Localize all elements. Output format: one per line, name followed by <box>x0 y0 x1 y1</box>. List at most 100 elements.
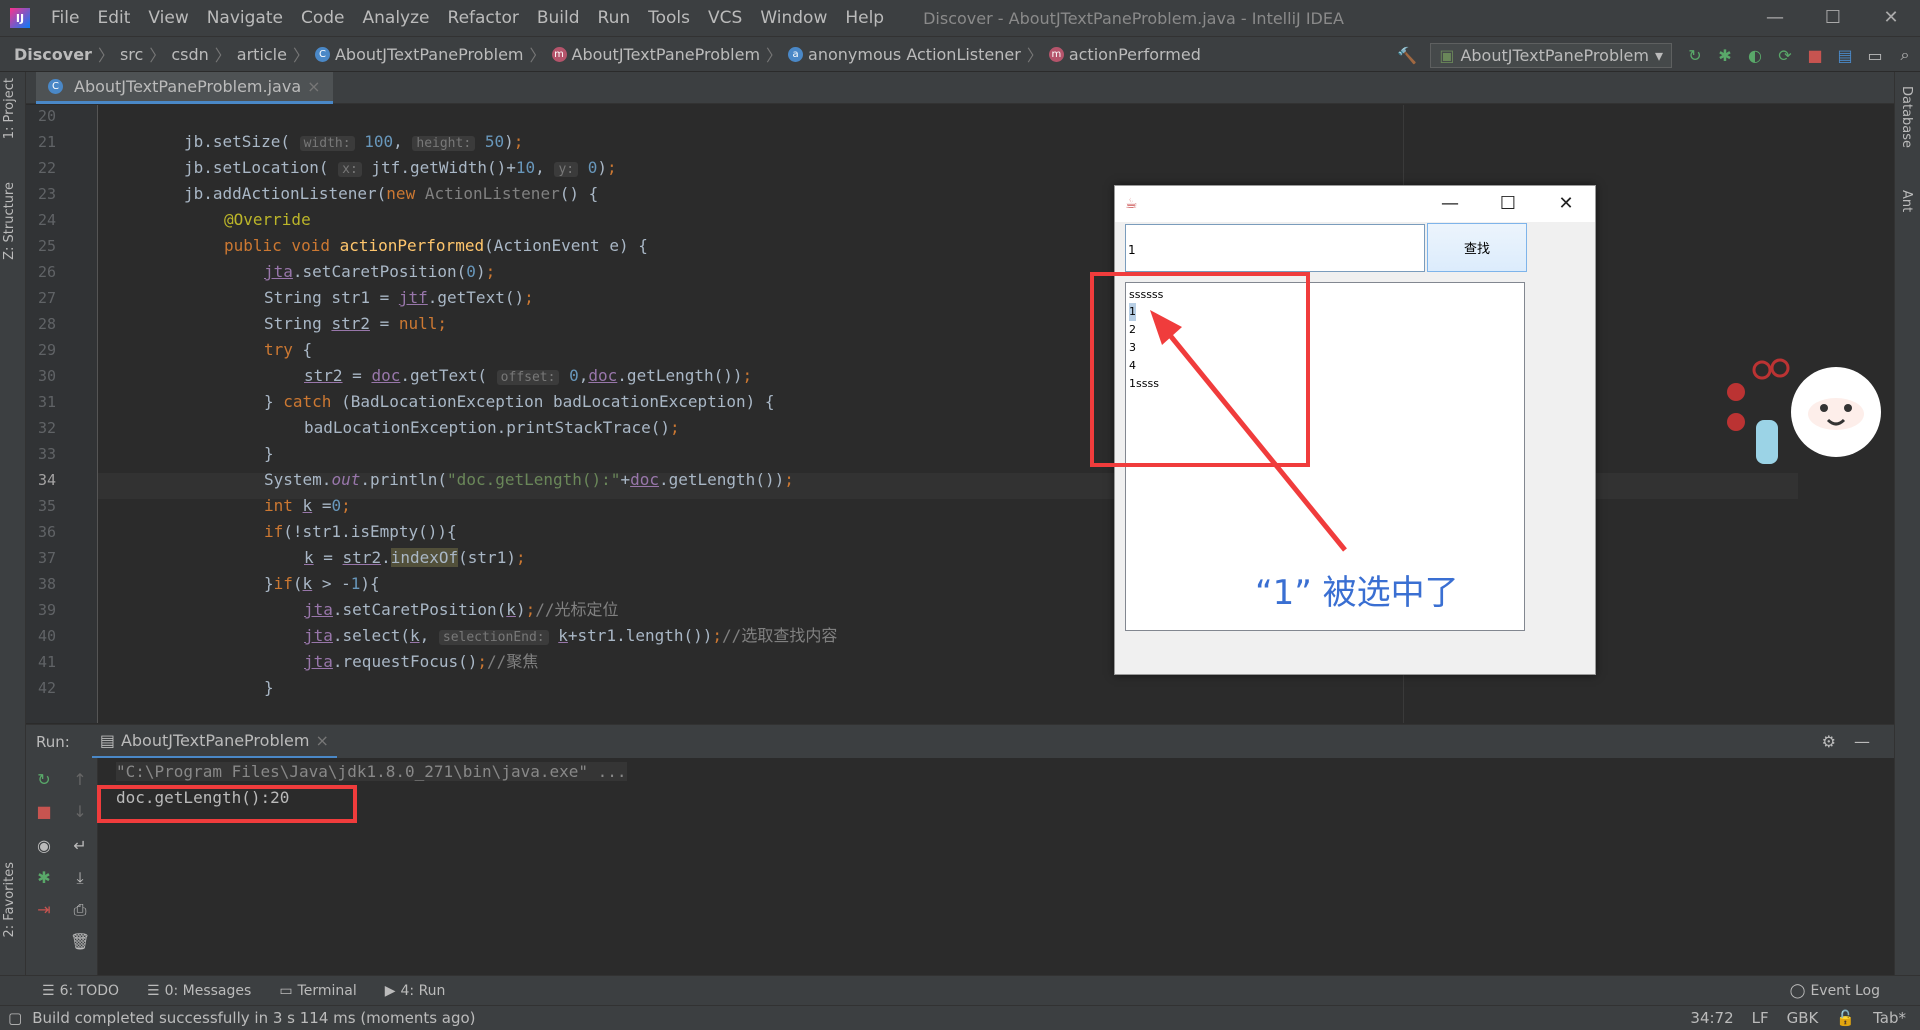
breadcrumb-item[interactable]: 〉 m actionPerformed <box>1021 42 1201 66</box>
run-tab[interactable]: ▤ AboutJTextPaneProblem × <box>91 725 337 759</box>
menu-item-build[interactable]: Build <box>528 8 589 28</box>
rerun-icon[interactable]: ↻ <box>1680 46 1710 65</box>
tool-tab[interactable]: ☰ 6: TODO <box>28 983 133 999</box>
code-line: badLocationException.printStackTrace(); <box>304 418 680 437</box>
hide-panel-icon[interactable]: — <box>1854 732 1870 751</box>
code-line: jb.setLocation( x: jtf.getWidth()+10, y:… <box>184 158 617 177</box>
tool-tab-label: 0: Messages <box>164 982 252 999</box>
breadcrumb-item[interactable]: 〉 m AboutJTextPaneProblem <box>524 42 761 66</box>
project-tab[interactable]: 1: Project <box>2 78 17 139</box>
tool-window-bar: ☰ 6: TODO ☰ 0: Messages ▭ Terminal ▶ 4: Run ◯ E… <box>0 975 1920 1005</box>
search-text-field[interactable]: 1 <box>1125 224 1425 272</box>
breadcrumb-label: AboutJTextPaneProblem <box>571 44 761 64</box>
favorites-tab[interactable]: 2: Favorites <box>2 862 17 938</box>
anonymous-class-icon: a <box>788 46 804 62</box>
arrow-up-icon[interactable]: ↑ <box>70 770 90 789</box>
menu-item-window[interactable]: Window <box>751 8 836 28</box>
tool-tab[interactable]: ▶ 4: Run <box>371 983 460 999</box>
search-icon[interactable]: ⌕ <box>1890 45 1920 65</box>
menu-item-navigate[interactable]: Navigate <box>198 8 292 28</box>
scroll-to-end-icon[interactable]: ⤓ <box>70 868 90 888</box>
menu-item-run[interactable]: Run <box>589 8 640 28</box>
settings-gear-icon[interactable]: ⚙ <box>1822 732 1836 751</box>
event-log-tab[interactable]: ◯ Event Log <box>1790 983 1880 999</box>
tool-tab[interactable]: ▭ Terminal <box>265 983 370 999</box>
run-configuration-select[interactable]: ▣ AboutJTextPaneProblem ▾ <box>1430 42 1672 68</box>
breadcrumb-label: csdn <box>171 44 209 64</box>
line-number: 33 <box>37 445 56 463</box>
editor-tab[interactable]: C AboutJTextPaneProblem.java × <box>36 72 333 104</box>
swing-minimize-button[interactable]: — <box>1421 186 1479 222</box>
file-encoding[interactable]: GBK <box>1787 1009 1819 1027</box>
soft-wrap-icon[interactable]: ↵ <box>70 836 90 855</box>
breadcrumb-item[interactable]: 〉 C AboutJTextPaneProblem <box>287 42 524 66</box>
menu-item-vcs[interactable]: VCS <box>699 8 751 28</box>
menu-item-help[interactable]: Help <box>836 8 893 28</box>
run-tab-close-icon[interactable]: × <box>315 731 328 750</box>
tool-tab-icon: ☰ <box>42 982 55 999</box>
breadcrumb-separator-icon: 〉 <box>766 46 783 65</box>
find-button[interactable]: 查找 <box>1427 223 1527 272</box>
breadcrumb-item[interactable]: Discover <box>14 45 92 64</box>
ant-tab[interactable]: Ant <box>1899 190 1914 212</box>
database-tab[interactable]: Database <box>1899 86 1914 148</box>
menu-item-edit[interactable]: Edit <box>88 8 139 28</box>
code-line: jb.addActionListener(new ActionListener(… <box>184 184 599 203</box>
caret-position[interactable]: 34:72 <box>1690 1009 1733 1027</box>
tab-close-icon[interactable]: × <box>307 77 320 96</box>
debug-icon[interactable]: ✱ <box>34 868 54 887</box>
breadcrumb-item[interactable]: 〉 csdn <box>143 42 208 66</box>
menu-item-refactor[interactable]: Refactor <box>439 8 528 28</box>
tool-tab[interactable]: ☰ 0: Messages <box>133 983 265 999</box>
maximize-button[interactable]: ☐ <box>1804 0 1862 36</box>
menu-item-file[interactable]: File <box>42 8 88 28</box>
code-line: } <box>264 444 274 463</box>
build-hammer-icon[interactable]: 🔨 <box>1392 46 1422 65</box>
lock-icon[interactable]: 🔓 <box>1836 1009 1855 1027</box>
code-line: try { <box>264 340 313 359</box>
menu-item-tools[interactable]: Tools <box>639 8 699 28</box>
line-separator[interactable]: LF <box>1752 1009 1769 1027</box>
output-highlight-box <box>97 785 357 823</box>
run-toolbar-primary: ↻ ■ ◉ ✱ ⇥ <box>26 758 62 975</box>
code-line: }if(k > -1){ <box>264 574 380 593</box>
stop-icon[interactable]: ■ <box>1800 46 1830 65</box>
breadcrumb-item[interactable]: 〉 src <box>92 42 143 66</box>
run-console[interactable]: "C:\Program Files\Java\jdk1.8.0_271\bin\… <box>98 758 1894 975</box>
swing-close-button[interactable]: ✕ <box>1537 186 1595 222</box>
menu-item-analyze[interactable]: Analyze <box>354 8 439 28</box>
line-number: 36 <box>37 523 56 541</box>
print-icon[interactable]: ⎙ <box>70 900 90 920</box>
debug-bug-icon[interactable]: ✱ <box>1710 46 1740 65</box>
editor-tab-label: AboutJTextPaneProblem.java <box>74 77 302 96</box>
line-number: 20 <box>37 107 56 125</box>
trash-icon[interactable]: 🗑 <box>70 932 90 951</box>
status-panel-icon[interactable]: ▢ <box>8 1009 22 1027</box>
console-icon: ▤ <box>99 730 115 750</box>
rerun-icon[interactable]: ↻ <box>34 770 54 789</box>
tool-tab-label: 4: Run <box>400 982 446 999</box>
indent-setting[interactable]: Tab* <box>1873 1009 1906 1027</box>
close-button[interactable]: ✕ <box>1862 0 1920 36</box>
event-log-label: Event Log <box>1810 982 1880 999</box>
menu-item-view[interactable]: View <box>139 8 197 28</box>
presentation-icon[interactable]: ▭ <box>1860 46 1890 65</box>
minimize-button[interactable]: — <box>1746 0 1804 36</box>
run-panel-header: Run: ▤ AboutJTextPaneProblem × ⚙ — <box>26 724 1894 759</box>
breadcrumb-item[interactable]: 〉 article <box>209 42 287 66</box>
code-editor[interactable]: jb.setSize( width: 100, height: 50); jb.… <box>98 105 1894 723</box>
profile-icon[interactable]: ⟳ <box>1770 46 1800 65</box>
breadcrumb-label: AboutJTextPaneProblem <box>334 44 524 64</box>
swing-maximize-button[interactable]: ☐ <box>1479 186 1537 222</box>
coverage-icon[interactable]: ◐ <box>1740 46 1770 65</box>
run-config-label: AboutJTextPaneProblem <box>1460 45 1649 65</box>
exit-icon[interactable]: ⇥ <box>34 900 54 919</box>
camera-icon[interactable]: ◉ <box>34 836 54 855</box>
project-structure-icon[interactable]: ▤ <box>1830 46 1860 65</box>
arrow-down-icon[interactable]: ↓ <box>70 802 90 821</box>
structure-tab[interactable]: Z: Structure <box>2 182 17 260</box>
menu-item-code[interactable]: Code <box>292 8 354 28</box>
breadcrumb-item[interactable]: 〉 a anonymous ActionListener <box>760 42 1021 66</box>
stop-icon[interactable]: ■ <box>34 802 54 821</box>
breadcrumb-separator-icon: 〉 <box>97 46 114 65</box>
